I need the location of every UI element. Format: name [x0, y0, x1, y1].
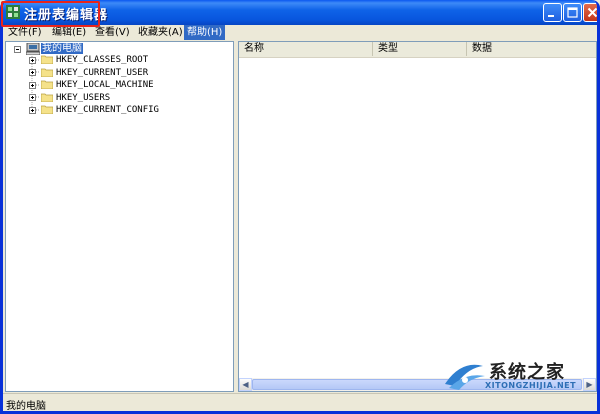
folder-icon: [41, 105, 53, 114]
menu-edit[interactable]: 编辑(E): [49, 25, 89, 40]
tree-root-label: 我的电脑: [41, 43, 83, 54]
scroll-left-button[interactable]: ◀: [239, 378, 252, 391]
column-header-data[interactable]: 数据: [467, 42, 596, 56]
close-button[interactable]: [583, 3, 597, 22]
close-icon: [587, 7, 597, 18]
tree-key-users[interactable]: HKEY_USERS: [56, 92, 110, 104]
column-header-type[interactable]: 类型: [373, 42, 467, 56]
column-header-name[interactable]: 名称: [239, 42, 373, 56]
menu-help[interactable]: 帮助(H): [184, 25, 226, 40]
tree-key-local-machine[interactable]: HKEY_LOCAL_MACHINE: [56, 79, 154, 91]
registry-editor-window: 注册表编辑器 文件(F) 编辑(E) 查看(V) 收藏夹(A) 帮助(H) 我的…: [0, 0, 600, 414]
menu-bar: 文件(F) 编辑(E) 查看(V) 收藏夹(A) 帮助(H): [3, 25, 597, 40]
expand-toggle[interactable]: [29, 107, 36, 114]
menu-view[interactable]: 查看(V): [92, 25, 133, 40]
tree-key-current-config[interactable]: HKEY_CURRENT_CONFIG: [56, 104, 159, 116]
minimize-button[interactable]: [543, 3, 562, 22]
folder-icon: [41, 55, 53, 64]
tree-key-current-user[interactable]: HKEY_CURRENT_USER: [56, 67, 148, 79]
column-headers: 名称 类型 数据: [239, 42, 596, 58]
status-text: 我的电脑: [6, 401, 46, 412]
values-list[interactable]: 名称 类型 数据 ◀ ▶: [238, 41, 597, 392]
minimize-icon: [548, 15, 554, 17]
folder-icon: [41, 80, 53, 89]
maximize-icon: [567, 7, 578, 18]
tree-connector-lines: [31, 54, 40, 111]
watermark: 系统之家 XITONGZHIJIA.NET: [441, 356, 596, 396]
tree-key-classes-root[interactable]: HKEY_CLASSES_ROOT: [56, 54, 148, 66]
expand-toggle[interactable]: [29, 69, 36, 76]
menu-file[interactable]: 文件(F): [5, 25, 45, 40]
watermark-url: XITONGZHIJIA.NET: [485, 381, 577, 390]
folder-icon: [41, 68, 53, 77]
expand-toggle[interactable]: [29, 94, 36, 101]
expand-toggle[interactable]: [29, 82, 36, 89]
watermark-logo-icon: [445, 364, 485, 390]
red-highlight-box: [1, 1, 100, 27]
menu-favorites[interactable]: 收藏夹(A): [135, 25, 186, 40]
folder-icon: [41, 93, 53, 102]
maximize-button[interactable]: [563, 3, 582, 22]
registry-tree[interactable]: 我的电脑 HKEY_CLASSES_ROOT HKEY_CURRENT_USER…: [5, 41, 234, 392]
expand-toggle[interactable]: [29, 57, 36, 64]
